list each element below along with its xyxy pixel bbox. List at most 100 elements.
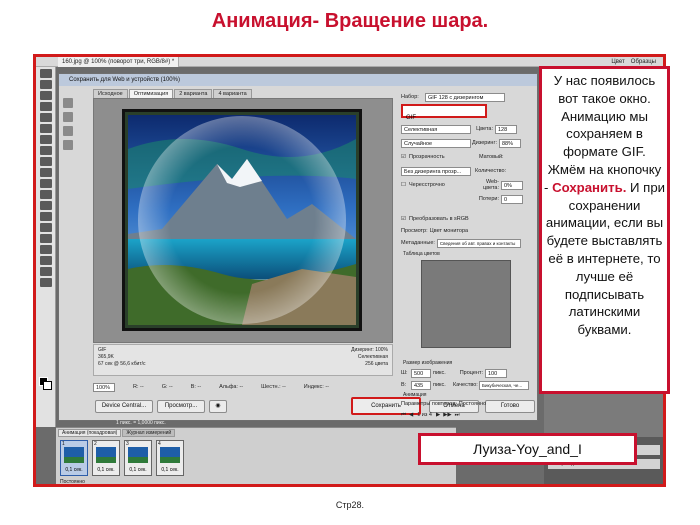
preview-mode-label: Просмотр: — [401, 228, 428, 234]
slide-title: Анимация- Вращение шара. — [211, 10, 489, 32]
healing-icon[interactable] — [39, 135, 52, 144]
animation-frame[interactable]: 3 0,1 сек. — [124, 440, 152, 476]
preview-button[interactable]: Просмотр... — [157, 400, 205, 413]
preset-label: Набор: — [401, 94, 419, 100]
frame-counter: 1 из 4 — [417, 412, 432, 418]
height-unit: пикс. — [433, 382, 446, 388]
author-label: Луиза-Yoy_and_I — [418, 433, 637, 465]
transparency-dither-select[interactable]: Без дизеринга прозр... — [401, 166, 471, 176]
preview-mode-row: Просмотр: Цвет монитора — [401, 226, 535, 236]
preview-mode-value[interactable]: Цвет монитора — [430, 228, 468, 234]
tab-measurement-log[interactable]: Журнал измерений — [122, 429, 176, 437]
dither-label: Дизеринг: — [471, 140, 497, 146]
dodge-icon[interactable] — [39, 212, 52, 221]
reduction-select[interactable]: Селективная — [401, 124, 471, 134]
transparency-checkbox[interactable]: ☑ — [401, 154, 409, 160]
colors-field[interactable]: 128 — [495, 124, 517, 134]
preset-select[interactable]: GIF 128 с дизерингом — [425, 92, 505, 102]
eyedropper-icon[interactable] — [39, 124, 52, 133]
tab-original[interactable]: Исходное — [93, 89, 128, 98]
slice-select-icon[interactable] — [63, 112, 73, 122]
device-central-button[interactable]: Device Central... — [95, 400, 153, 413]
magic-wand-icon[interactable] — [39, 102, 52, 111]
status-bar: 1 пикс. = 1,0000 пикс. — [116, 420, 166, 426]
eyedropper-icon[interactable] — [63, 140, 73, 150]
loop-select[interactable]: Постоянно — [60, 479, 85, 484]
page-number: Стр28. — [335, 500, 365, 510]
frame-nav-row: ⏮ ◀ 1 из 4 ▶ ▶▶ ⏭ — [401, 410, 535, 420]
frame-delay[interactable]: 0,1 сек. — [157, 467, 183, 473]
format-select[interactable]: GIF — [401, 104, 487, 121]
zoom-icon[interactable] — [39, 278, 52, 287]
browser-select-button[interactable]: ◉ — [209, 400, 227, 413]
dither-field[interactable]: 88% — [499, 138, 521, 148]
next-frame-icon[interactable]: ▶▶ — [440, 412, 451, 418]
prev-frame-icon[interactable]: ◀ — [406, 412, 413, 418]
readout-b: B: -- — [190, 384, 202, 390]
animation-frame[interactable]: 4 0,1 сек. — [156, 440, 184, 476]
history-brush-icon[interactable] — [39, 168, 52, 177]
optimization-panel: Набор: GIF 128 с дизерингом GIF Селектив… — [401, 90, 535, 418]
background-color-swatch[interactable] — [43, 381, 52, 390]
interlaced-checkbox[interactable]: ☐ — [401, 182, 409, 188]
dither-select[interactable]: Случайное — [401, 138, 471, 148]
blur-icon[interactable] — [39, 201, 52, 210]
animation-frame[interactable]: 1 0,1 сек. — [60, 440, 88, 476]
loop-options-value[interactable]: Постоянно — [459, 401, 486, 407]
dither-row: Случайное Дизеринг: 88% — [401, 138, 535, 148]
info-format: GIF — [98, 347, 107, 353]
lossy-field[interactable]: 0 — [501, 194, 523, 204]
frame-delay[interactable]: 0,1 сек. — [93, 467, 119, 473]
brush-icon[interactable] — [39, 146, 52, 155]
type-icon[interactable] — [39, 234, 52, 243]
pen-icon[interactable] — [39, 223, 52, 232]
gradient-icon[interactable] — [39, 190, 52, 199]
globe-icon: ◉ — [215, 403, 221, 409]
lossy-row: Потери: 0 — [401, 194, 535, 204]
preset-row: Набор: GIF 128 с дизерингом — [401, 92, 535, 102]
readout-index: Индекс: -- — [303, 384, 329, 390]
height-field[interactable]: 435 — [411, 380, 431, 390]
width-row: Ш: 500 пикс. Процент: 100 — [401, 368, 535, 378]
interlaced-label: Чересстрочно — [409, 182, 445, 188]
web-snap-label: Web-цвета: — [483, 179, 499, 191]
animation-panel-tabs: Анимация (покадровая) Журнал измерений — [58, 429, 176, 437]
lasso-icon[interactable] — [39, 91, 52, 100]
zoom-icon[interactable] — [63, 126, 73, 136]
tab-4-up[interactable]: 4 варианта — [213, 89, 252, 98]
path-select-icon[interactable] — [39, 245, 52, 254]
web-snap-field[interactable]: 0% — [501, 180, 523, 190]
hand-icon[interactable] — [63, 98, 73, 108]
save-for-web-dialog: Сохранить для Web и устройств (100%) Исх… — [58, 73, 538, 421]
percent-label: Процент: — [459, 370, 483, 376]
animation-frame[interactable]: 2 0,1 сек. — [92, 440, 120, 476]
optimized-preview — [93, 98, 393, 343]
eraser-icon[interactable] — [39, 179, 52, 188]
move-icon[interactable] — [39, 69, 52, 78]
frame-delay[interactable]: 0,1 сек. — [61, 467, 87, 473]
width-field[interactable]: 500 — [411, 368, 431, 378]
tab-2-up[interactable]: 2 варианта — [174, 89, 213, 98]
zoom-readout-row: 100% R: -- G: -- B: -- Альфа: -- Шестн.:… — [93, 381, 393, 393]
readout-alpha: Альфа: -- — [219, 384, 244, 390]
srgb-checkbox[interactable]: ☑ — [401, 216, 409, 222]
hand-icon[interactable] — [39, 267, 52, 276]
frame-delay[interactable]: 0,1 сек. — [125, 467, 151, 473]
crop-icon[interactable] — [39, 113, 52, 122]
width-label: Ш: — [401, 370, 408, 376]
shape-icon[interactable] — [39, 256, 52, 265]
tab-optimized[interactable]: Оптимизация — [128, 89, 174, 98]
tab-frame-animation[interactable]: Анимация (покадровая) — [58, 429, 122, 437]
last-frame-icon[interactable]: ⏭ — [452, 412, 460, 419]
percent-field[interactable]: 100 — [485, 368, 507, 378]
stamp-icon[interactable] — [39, 157, 52, 166]
matte-label: Матовый: — [479, 154, 504, 160]
explanation-callout: У нас появилось вот такое окно. Анимацию… — [539, 66, 670, 394]
document-tab[interactable]: 160.jpg @ 100% (поворот три, RGB/8#) * — [58, 57, 180, 67]
quality-select[interactable]: Бикубическая, че... — [479, 380, 529, 390]
zoom-select[interactable]: 100% — [93, 382, 115, 392]
metadata-select[interactable]: Сведения об авт. правах и контакты — [436, 238, 521, 248]
srgb-row: ☑ Преобразовать в sRGB — [401, 214, 535, 224]
marquee-icon[interactable] — [39, 80, 52, 89]
animation-label: Анимация — [403, 392, 427, 398]
